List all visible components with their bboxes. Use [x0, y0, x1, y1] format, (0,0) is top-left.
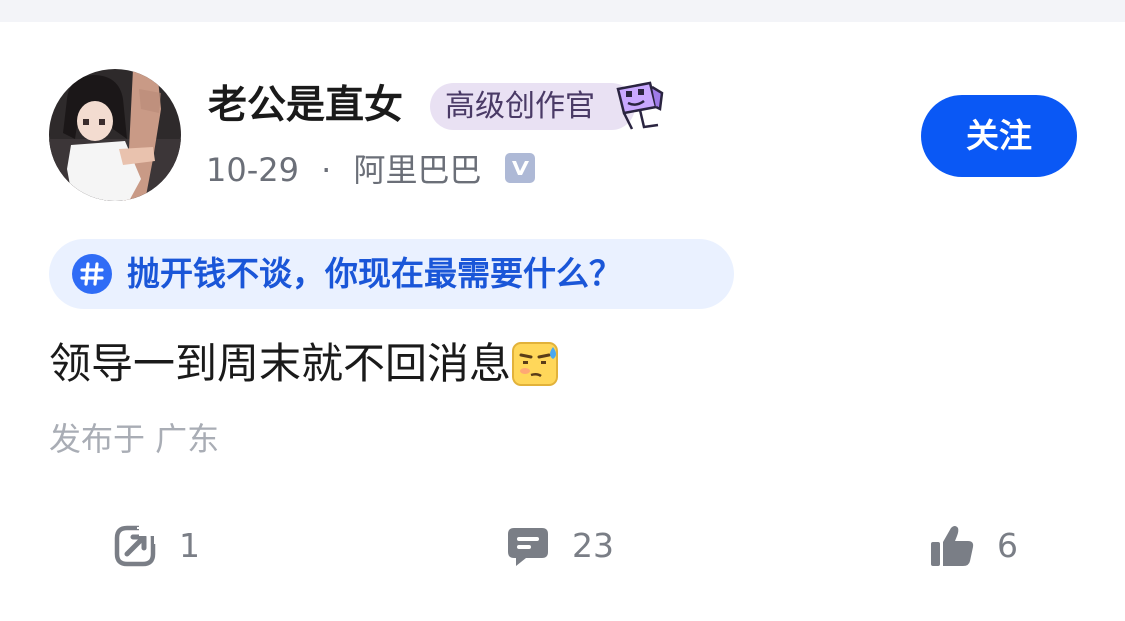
follow-button[interactable]: 关注 [921, 95, 1077, 177]
author-name[interactable]: 老公是直女 [208, 82, 403, 130]
topic-label: 抛开钱不谈，你现在最需要什么？ [127, 254, 622, 293]
like-button[interactable]: 6 [929, 520, 1018, 572]
post-content: 领导一到周末就不回消息 [49, 338, 561, 391]
share-icon [114, 524, 157, 567]
top-divider-bar [0, 0, 1125, 22]
creator-badge-icon [616, 81, 664, 130]
author-company[interactable]: 阿里巴巴 [354, 150, 482, 190]
badge-label: 高级创作官 [445, 89, 595, 124]
post-body-text: 领导一到周末就不回消息 [49, 339, 512, 388]
comment-count: 23 [572, 526, 614, 565]
thumbs-up-icon [931, 526, 974, 566]
comment-icon [508, 528, 548, 566]
hashtag-icon [72, 254, 112, 294]
comment-button[interactable]: 23 [506, 520, 614, 572]
post-meta: 10-29 · 阿里巴巴 [206, 148, 536, 190]
creator-badge[interactable]: 高级创作官 [430, 81, 666, 130]
post-date: 10-29 [206, 151, 299, 189]
share-button[interactable]: 1 [113, 520, 200, 572]
topic-tag[interactable]: 抛开钱不谈，你现在最需要什么？ [49, 239, 734, 309]
avatar-illustration [49, 69, 181, 201]
sweat-emoji-icon [512, 341, 559, 386]
meta-separator: · [321, 151, 332, 189]
avatar[interactable] [49, 69, 181, 201]
post-location: 发布于 广东 [49, 420, 220, 458]
share-count: 1 [179, 526, 200, 565]
like-count: 6 [997, 526, 1018, 565]
verified-v-icon [504, 153, 535, 183]
